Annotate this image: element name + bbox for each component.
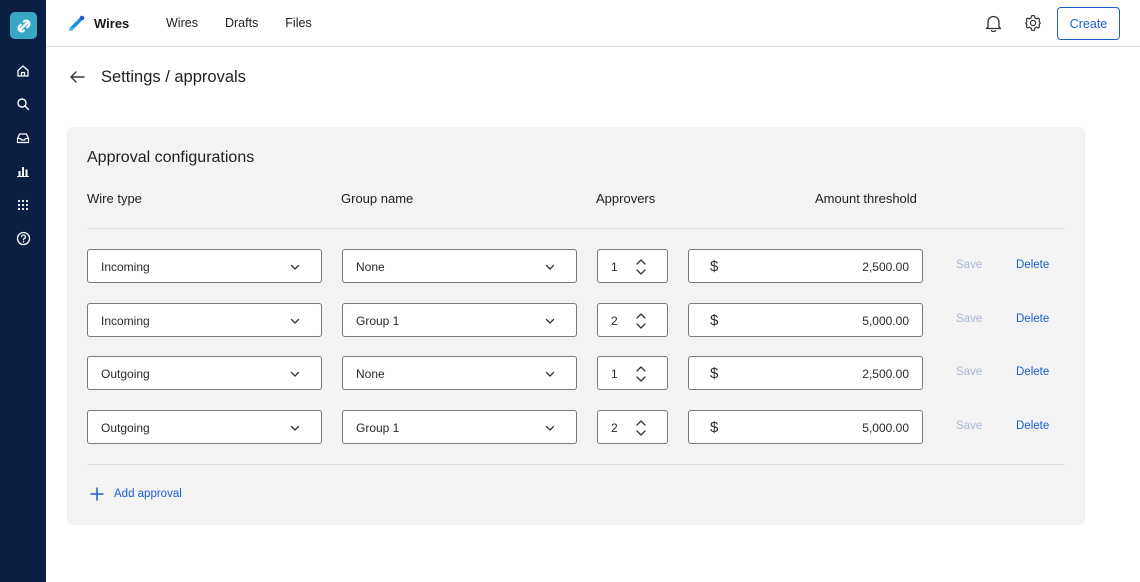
amount-value: 2,500.00	[862, 260, 909, 274]
wires-logo-icon	[69, 15, 85, 31]
approval-row: Incoming Group 1 2 $ 5,000.00 Save Delet…	[67, 303, 1085, 337]
amount-threshold-input[interactable]: $ 2,500.00	[688, 356, 923, 390]
card-title: Approval configurations	[87, 149, 255, 166]
plus-icon	[90, 487, 104, 501]
wire-type-select[interactable]: Incoming	[87, 303, 322, 337]
stepper-arrows-icon[interactable]	[634, 256, 648, 278]
delete-button[interactable]: Delete	[1016, 259, 1049, 271]
stepper-arrows-icon[interactable]	[634, 417, 648, 439]
group-name-select[interactable]: None	[342, 356, 577, 390]
amount-threshold-input[interactable]: $ 2,500.00	[688, 249, 923, 283]
left-rail	[0, 0, 46, 582]
group-name-value: None	[356, 260, 385, 274]
wire-type-value: Incoming	[101, 314, 150, 328]
brand-name: Wires	[94, 15, 130, 31]
search-icon[interactable]	[14, 95, 32, 113]
chevron-down-icon	[290, 371, 300, 377]
approvers-value: 2	[611, 421, 618, 435]
page-title: Settings / approvals	[101, 68, 246, 86]
bell-icon[interactable]	[983, 13, 1003, 33]
nav-item-files[interactable]: Files	[285, 16, 311, 30]
dollar-sign: $	[710, 419, 719, 436]
delete-button[interactable]: Delete	[1016, 313, 1049, 325]
chevron-down-icon	[545, 371, 555, 377]
help-icon[interactable]	[14, 229, 32, 247]
chevron-down-icon	[545, 318, 555, 324]
brand[interactable]: Wires	[68, 14, 129, 32]
app-logo-icon[interactable]	[10, 12, 37, 39]
nav-item-wires[interactable]: Wires	[166, 16, 198, 30]
approvers-value: 2	[611, 314, 618, 328]
footer-divider	[87, 464, 1065, 465]
approval-row: Outgoing None 1 $ 2,500.00 Save Delete	[67, 356, 1085, 390]
approvers-stepper[interactable]: 1	[597, 356, 668, 390]
chevron-down-icon	[290, 425, 300, 431]
approvers-value: 1	[611, 367, 618, 381]
header-divider	[87, 228, 1065, 229]
back-arrow-icon[interactable]	[68, 68, 86, 86]
approval-row: Outgoing Group 1 2 $ 5,000.00 Save Delet…	[67, 410, 1085, 444]
approvers-value: 1	[611, 260, 618, 274]
wire-type-select[interactable]: Outgoing	[87, 356, 322, 390]
amount-threshold-input[interactable]: $ 5,000.00	[688, 410, 923, 444]
amount-threshold-input[interactable]: $ 5,000.00	[688, 303, 923, 337]
amount-value: 2,500.00	[862, 367, 909, 381]
column-header-amount-threshold: Amount threshold	[815, 191, 917, 206]
stepper-arrows-icon[interactable]	[634, 363, 648, 385]
approval-configurations-card: Approval configurations Wire type Group …	[67, 127, 1085, 525]
group-name-select[interactable]: Group 1	[342, 303, 577, 337]
chart-icon[interactable]	[14, 162, 32, 180]
group-name-value: Group 1	[356, 421, 400, 435]
group-name-select[interactable]: None	[342, 249, 577, 283]
wire-type-value: Incoming	[101, 260, 150, 274]
chevron-down-icon	[545, 425, 555, 431]
wire-type-value: Outgoing	[101, 367, 150, 381]
chevron-down-icon	[290, 264, 300, 270]
approvers-stepper[interactable]: 2	[597, 303, 668, 337]
delete-button[interactable]: Delete	[1016, 420, 1049, 432]
inbox-icon[interactable]	[14, 129, 32, 147]
save-button[interactable]: Save	[956, 420, 982, 432]
approvers-stepper[interactable]: 1	[597, 249, 668, 283]
home-icon[interactable]	[14, 62, 32, 80]
dollar-sign: $	[710, 312, 719, 329]
save-button[interactable]: Save	[956, 366, 982, 378]
save-button[interactable]: Save	[956, 313, 982, 325]
column-header-group-name: Group name	[341, 191, 414, 206]
chevron-down-icon	[290, 318, 300, 324]
column-header-wire-type: Wire type	[87, 191, 142, 206]
top-nav: Wires Drafts Files	[166, 16, 312, 30]
group-name-select[interactable]: Group 1	[342, 410, 577, 444]
chevron-down-icon	[545, 264, 555, 270]
save-button[interactable]: Save	[956, 259, 982, 271]
group-name-value: None	[356, 367, 385, 381]
gear-icon[interactable]	[1023, 13, 1043, 33]
delete-button[interactable]: Delete	[1016, 366, 1049, 378]
approvers-stepper[interactable]: 2	[597, 410, 668, 444]
stepper-arrows-icon[interactable]	[634, 310, 648, 332]
nav-item-drafts[interactable]: Drafts	[225, 16, 258, 30]
dollar-sign: $	[710, 258, 719, 275]
column-header-approvers: Approvers	[596, 191, 656, 206]
amount-value: 5,000.00	[862, 421, 909, 435]
amount-value: 5,000.00	[862, 314, 909, 328]
apps-grid-icon[interactable]	[14, 196, 32, 214]
group-name-value: Group 1	[356, 314, 400, 328]
approval-row: Incoming None 1 $ 2,500.00 Save Delete	[67, 249, 1085, 283]
wire-type-select[interactable]: Outgoing	[87, 410, 322, 444]
create-button[interactable]: Create	[1057, 7, 1120, 40]
add-approval-label: Add approval	[114, 488, 182, 500]
dollar-sign: $	[710, 365, 719, 382]
wire-type-select[interactable]: Incoming	[87, 249, 322, 283]
add-approval-button[interactable]: Add approval	[90, 487, 182, 501]
wire-type-value: Outgoing	[101, 421, 150, 435]
top-bar: Wires Wires Drafts Files Create	[46, 0, 1140, 47]
